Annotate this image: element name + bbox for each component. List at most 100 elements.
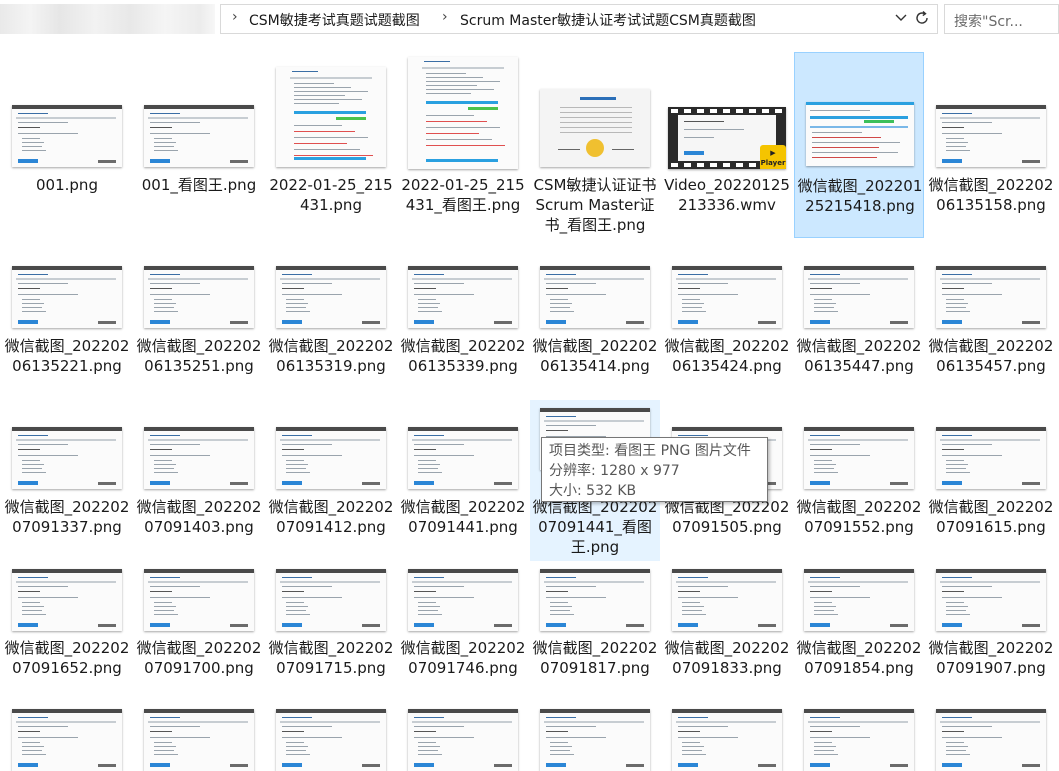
file-item[interactable]: 微信截图_20220207091833.png (662, 562, 792, 688)
image-thumbnail (276, 67, 386, 167)
image-thumbnail (804, 709, 914, 771)
image-thumbnail (12, 709, 122, 771)
image-thumbnail (144, 427, 254, 489)
image-thumbnail (804, 427, 914, 489)
breadcrumb-separator-icon[interactable]: › (442, 9, 448, 25)
image-thumbnail (804, 569, 914, 631)
file-name-label: 微信截图_20220207091441_看图王.png (532, 498, 658, 556)
image-thumbnail (936, 569, 1046, 631)
file-name-label: 微信截图_20220206135447.png (796, 337, 922, 375)
file-name-label: 微信截图_20220207091412.png (268, 498, 394, 536)
file-item[interactable] (134, 706, 264, 771)
file-name-label: 微信截图_20220206135158.png (928, 176, 1054, 214)
image-thumbnail (540, 569, 650, 631)
file-item[interactable]: 微信截图_20220206135414.png (530, 262, 660, 386)
file-item[interactable]: 001.png (2, 52, 132, 238)
file-item[interactable] (926, 706, 1056, 771)
image-thumbnail (672, 709, 782, 771)
file-name-label: 微信截图_20220206135457.png (928, 337, 1054, 375)
breadcrumb-separator-icon[interactable]: › (232, 9, 238, 25)
image-thumbnail (276, 709, 386, 771)
file-name-label: 微信截图_20220207091505.png (664, 498, 790, 536)
image-thumbnail (540, 266, 650, 328)
file-item[interactable]: 微信截图_20220207091907.png (926, 562, 1056, 688)
file-item[interactable]: 微信截图_20220206135339.png (398, 262, 528, 386)
file-item[interactable]: 微信截图_20220206135251.png (134, 262, 264, 386)
refresh-icon[interactable] (913, 9, 931, 27)
image-thumbnail (936, 105, 1046, 167)
file-name-label: 微信截图_20220207091700.png (136, 639, 262, 677)
file-item[interactable]: 微信截图_20220207091854.png (794, 562, 924, 688)
file-name-label: 微信截图_20220206135339.png (400, 337, 526, 375)
file-name-label: 微信截图_20220206135251.png (136, 337, 262, 375)
file-item[interactable]: 微信截图_20220206135457.png (926, 262, 1056, 386)
file-name-label: 微信截图_20220207091441.png (400, 498, 526, 536)
file-item[interactable]: 2022-01-25_215431.png (266, 52, 396, 238)
file-item[interactable]: 微信截图_20220207091817.png (530, 562, 660, 688)
image-thumbnail (144, 569, 254, 631)
file-item[interactable]: ▶ Player Video_20220125213336.wmv (662, 52, 792, 238)
search-input[interactable]: 搜索"Scr... (944, 4, 1059, 34)
file-item[interactable] (2, 706, 132, 771)
tooltip-size: 大小: 532 KB (549, 483, 637, 499)
image-thumbnail (12, 569, 122, 631)
breadcrumb-item[interactable]: Scrum Master敏捷认证考试试题CSM真题截图 (460, 10, 756, 30)
file-name-label: 2022-01-25_215431_看图王.png (401, 176, 525, 214)
file-name-label: 微信截图_20220207091833.png (664, 639, 790, 677)
address-row: › CSM敏捷考试真题试题截图 › Scrum Master敏捷认证考试试题CS… (0, 0, 1059, 40)
file-name-label: 微信截图_20220207091907.png (928, 639, 1054, 677)
file-item[interactable]: 微信截图_20220207091652.png (2, 562, 132, 688)
file-item[interactable]: 微信截图_20220207091412.png (266, 400, 396, 560)
file-item[interactable] (266, 706, 396, 771)
image-thumbnail (408, 709, 518, 771)
file-item[interactable] (398, 706, 528, 771)
file-name-label: 微信截图_20220125215418.png (797, 177, 923, 215)
file-item[interactable]: 微信截图_20220206135221.png (2, 262, 132, 386)
file-name-label: 微信截图_20220207091552.png (796, 498, 922, 536)
image-thumbnail (540, 89, 650, 167)
file-name-label: 微信截图_20220206135414.png (532, 337, 658, 375)
file-name-label: 微信截图_20220207091746.png (400, 639, 526, 677)
file-item[interactable]: CSM敏捷认证证书 Scrum Master证书_看图王.png (530, 52, 660, 238)
image-thumbnail (144, 709, 254, 771)
image-thumbnail (672, 266, 782, 328)
file-item[interactable]: 微信截图_20220207091746.png (398, 562, 528, 688)
file-name-label: 微信截图_20220207091715.png (268, 639, 394, 677)
file-item[interactable]: 微信截图_20220206135158.png (926, 52, 1056, 238)
file-name-label: 微信截图_20220206135319.png (268, 337, 394, 375)
file-item[interactable]: 微信截图_20220207091615.png (926, 400, 1056, 560)
image-thumbnail (12, 105, 122, 167)
file-name-label: 微信截图_20220206135424.png (664, 337, 790, 375)
file-item[interactable]: 微信截图_20220206135424.png (662, 262, 792, 386)
file-item[interactable]: 微信截图_20220125215418.png (794, 52, 924, 238)
image-thumbnail (12, 427, 122, 489)
file-name-label: CSM敏捷认证证书 Scrum Master证书_看图王.png (533, 176, 657, 234)
tooltip-type: 项目类型: 看图王 PNG 图片文件 (549, 443, 751, 459)
file-info-tooltip: 项目类型: 看图王 PNG 图片文件 分辨率: 1280 x 977 大小: 5… (541, 437, 768, 502)
file-name-label: 微信截图_20220207091817.png (532, 639, 658, 677)
file-item[interactable]: 微信截图_20220207091552.png (794, 400, 924, 560)
file-item[interactable]: 微信截图_20220207091441.png (398, 400, 528, 560)
file-name-label: 2022-01-25_215431.png (269, 176, 393, 214)
file-item[interactable]: 微信截图_20220206135447.png (794, 262, 924, 386)
image-thumbnail (276, 266, 386, 328)
image-thumbnail (936, 266, 1046, 328)
file-item[interactable]: 001_看图王.png (134, 52, 264, 238)
chevron-down-icon[interactable] (893, 9, 909, 25)
file-item[interactable]: 微信截图_20220207091337.png (2, 400, 132, 560)
file-item[interactable]: 2022-01-25_215431_看图王.png (398, 52, 528, 238)
search-placeholder: 搜索"Scr... (954, 14, 1023, 30)
image-thumbnail (804, 266, 914, 328)
image-thumbnail (408, 266, 518, 328)
file-item[interactable] (530, 706, 660, 771)
file-item[interactable]: 微信截图_20220207091403.png (134, 400, 264, 560)
file-item[interactable]: 微信截图_20220207091715.png (266, 562, 396, 688)
video-thumbnail: ▶ Player (668, 107, 786, 169)
image-thumbnail (12, 266, 122, 328)
file-item[interactable] (794, 706, 924, 771)
tooltip-resolution: 分辨率: 1280 x 977 (549, 463, 680, 479)
breadcrumb-item[interactable]: CSM敏捷考试真题试题截图 (249, 10, 420, 30)
file-item[interactable]: 微信截图_20220206135319.png (266, 262, 396, 386)
file-item[interactable] (662, 706, 792, 771)
file-item[interactable]: 微信截图_20220207091700.png (134, 562, 264, 688)
